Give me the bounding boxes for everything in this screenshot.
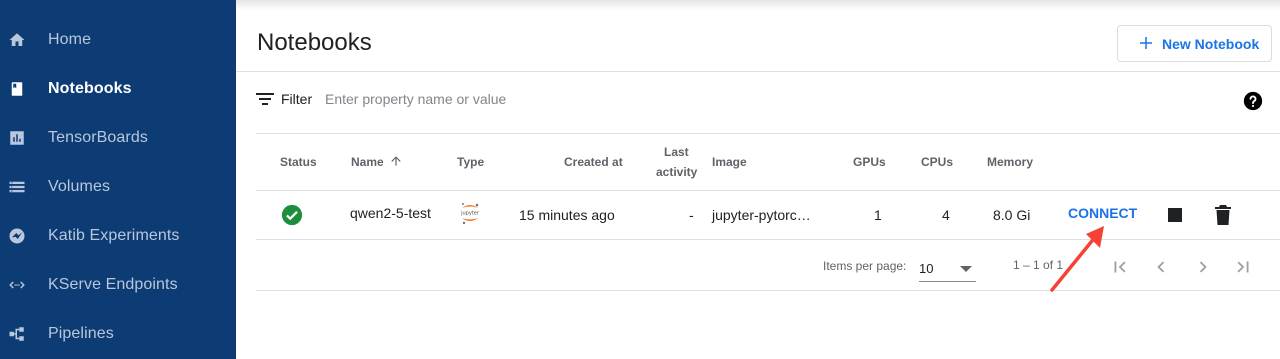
next-page-icon[interactable] <box>1192 256 1214 278</box>
katib-icon <box>9 228 25 243</box>
previous-page-icon[interactable] <box>1150 256 1172 278</box>
row-divider <box>256 239 1280 240</box>
header-status[interactable]: Status <box>280 152 317 172</box>
check-circle-icon <box>281 204 303 226</box>
last-page-icon[interactable] <box>1232 256 1254 278</box>
header-memory[interactable]: Memory <box>987 152 1033 172</box>
header-created[interactable]: Created at <box>564 152 623 172</box>
sidebar-item-pipelines[interactable]: Pipelines <box>0 309 236 358</box>
plus-icon <box>1140 37 1152 49</box>
header-image[interactable]: Image <box>712 152 747 172</box>
sidebar-item-tensorboards[interactable]: TensorBoards <box>0 113 236 162</box>
sidebar-item-label: Pipelines <box>48 324 114 342</box>
sidebar-item-home[interactable]: Home <box>0 15 236 64</box>
image-name: jupyter-pytorc… <box>712 207 811 223</box>
stop-icon[interactable] <box>1168 208 1182 222</box>
notebook-name: qwen2-5-test <box>350 205 431 221</box>
sort-arrow-up-icon[interactable] <box>389 154 403 168</box>
home-icon <box>9 32 25 46</box>
header-cpus[interactable]: CPUs <box>921 152 953 172</box>
sidebar-item-label: Home <box>48 30 92 48</box>
main-content: Notebooks New Notebook Filter Status Nam… <box>236 0 1280 359</box>
filter-icon <box>256 93 274 105</box>
help-icon[interactable] <box>1243 91 1263 111</box>
sidebar: Home Notebooks TensorBoards Volumes Kati… <box>0 0 236 359</box>
first-page-icon[interactable] <box>1109 256 1131 278</box>
sidebar-item-volumes[interactable]: Volumes <box>0 162 236 211</box>
chart-icon <box>10 130 24 145</box>
filter-label: Filter <box>281 91 313 107</box>
header-gpus[interactable]: GPUs <box>853 152 886 172</box>
header-type[interactable]: Type <box>457 152 484 172</box>
created-at: 15 minutes ago <box>519 207 615 223</box>
last-activity: - <box>689 207 694 223</box>
chevron-down-icon <box>960 266 972 272</box>
sidebar-item-katib-experiments[interactable]: Katib Experiments <box>0 211 236 260</box>
header-name[interactable]: Name <box>351 152 384 172</box>
items-per-page-label: Items per page: <box>823 259 907 273</box>
sidebar-item-notebooks[interactable]: Notebooks <box>0 64 236 113</box>
page-range: 1 – 1 of 1 <box>1013 258 1064 272</box>
divider <box>236 71 1280 72</box>
table-border <box>256 133 1280 134</box>
header-last-activity[interactable]: activity <box>656 162 697 182</box>
jupyter-icon: jupyter <box>460 203 480 225</box>
header-last-activity[interactable]: Last <box>664 142 689 162</box>
connect-button[interactable]: CONNECT <box>1068 205 1137 221</box>
sidebar-item-label: KServe Endpoints <box>48 275 178 293</box>
new-notebook-label: New Notebook <box>1162 36 1260 52</box>
gpus-value: 1 <box>874 207 882 223</box>
svg-text:jupyter: jupyter <box>460 211 480 217</box>
memory-value: 8.0 Gi <box>993 207 1031 223</box>
sidebar-item-label: TensorBoards <box>48 128 148 146</box>
filter-input[interactable] <box>325 88 725 110</box>
toolbar-shadow <box>236 0 1280 10</box>
page-title: Notebooks <box>257 29 372 56</box>
new-notebook-button[interactable]: New Notebook <box>1117 25 1272 62</box>
items-per-page-value: 10 <box>919 261 934 276</box>
storage-icon <box>9 181 25 192</box>
sidebar-item-label: Volumes <box>48 177 111 195</box>
sidebar-item-kserve-endpoints[interactable]: KServe Endpoints <box>0 260 236 309</box>
items-per-page-select[interactable]: 10 <box>919 254 976 282</box>
sidebar-item-label: Notebooks <box>48 79 132 97</box>
notebook-icon <box>11 81 23 96</box>
pipeline-icon <box>9 326 24 341</box>
delete-icon[interactable] <box>1214 204 1232 226</box>
cpus-value: 4 <box>942 207 950 223</box>
table-bottom-border <box>256 290 1280 291</box>
row-divider <box>256 190 1280 191</box>
code-arrows-icon <box>9 280 25 289</box>
sidebar-item-label: Katib Experiments <box>48 226 180 244</box>
